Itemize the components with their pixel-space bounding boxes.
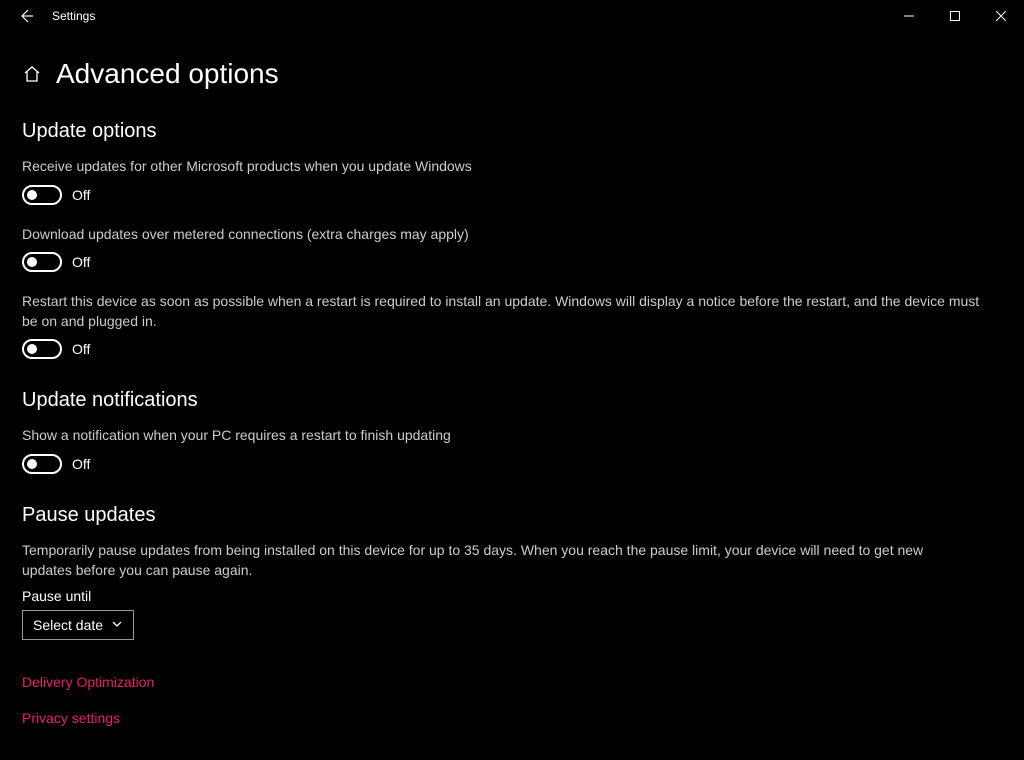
- setting-restart-label: Restart this device as soon as possible …: [22, 292, 992, 331]
- titlebar: Settings: [0, 0, 1024, 32]
- back-button[interactable]: [18, 8, 34, 24]
- window-title: Settings: [52, 9, 95, 23]
- pause-until-select[interactable]: Select date: [22, 610, 134, 640]
- close-button[interactable]: [978, 0, 1024, 32]
- maximize-button[interactable]: [932, 0, 978, 32]
- page-title: Advanced options: [56, 58, 279, 90]
- section-pause-title: Pause updates: [22, 504, 1002, 527]
- link-delivery-optimization[interactable]: Delivery Optimization: [22, 674, 154, 690]
- section-update-options-title: Update options: [22, 120, 1002, 143]
- link-privacy-settings[interactable]: Privacy settings: [22, 710, 120, 726]
- toggle-restart-state: Off: [72, 341, 90, 357]
- toggle-restart-notify-state: Off: [72, 456, 90, 472]
- chevron-down-icon: [111, 617, 123, 633]
- pause-description: Temporarily pause updates from being ins…: [22, 541, 942, 580]
- toggle-restart-notify[interactable]: [22, 454, 62, 474]
- pause-until-value: Select date: [33, 617, 103, 633]
- toggle-other-products-state: Off: [72, 187, 90, 203]
- minimize-button[interactable]: [886, 0, 932, 32]
- toggle-metered[interactable]: [22, 252, 62, 272]
- section-notifications-title: Update notifications: [22, 389, 1002, 412]
- setting-other-products-label: Receive updates for other Microsoft prod…: [22, 157, 992, 177]
- setting-restart-notify-label: Show a notification when your PC require…: [22, 426, 992, 446]
- setting-metered-label: Download updates over metered connection…: [22, 225, 992, 245]
- toggle-restart[interactable]: [22, 339, 62, 359]
- home-icon[interactable]: [22, 64, 42, 84]
- toggle-other-products[interactable]: [22, 185, 62, 205]
- toggle-metered-state: Off: [72, 254, 90, 270]
- pause-until-label: Pause until: [22, 588, 1002, 604]
